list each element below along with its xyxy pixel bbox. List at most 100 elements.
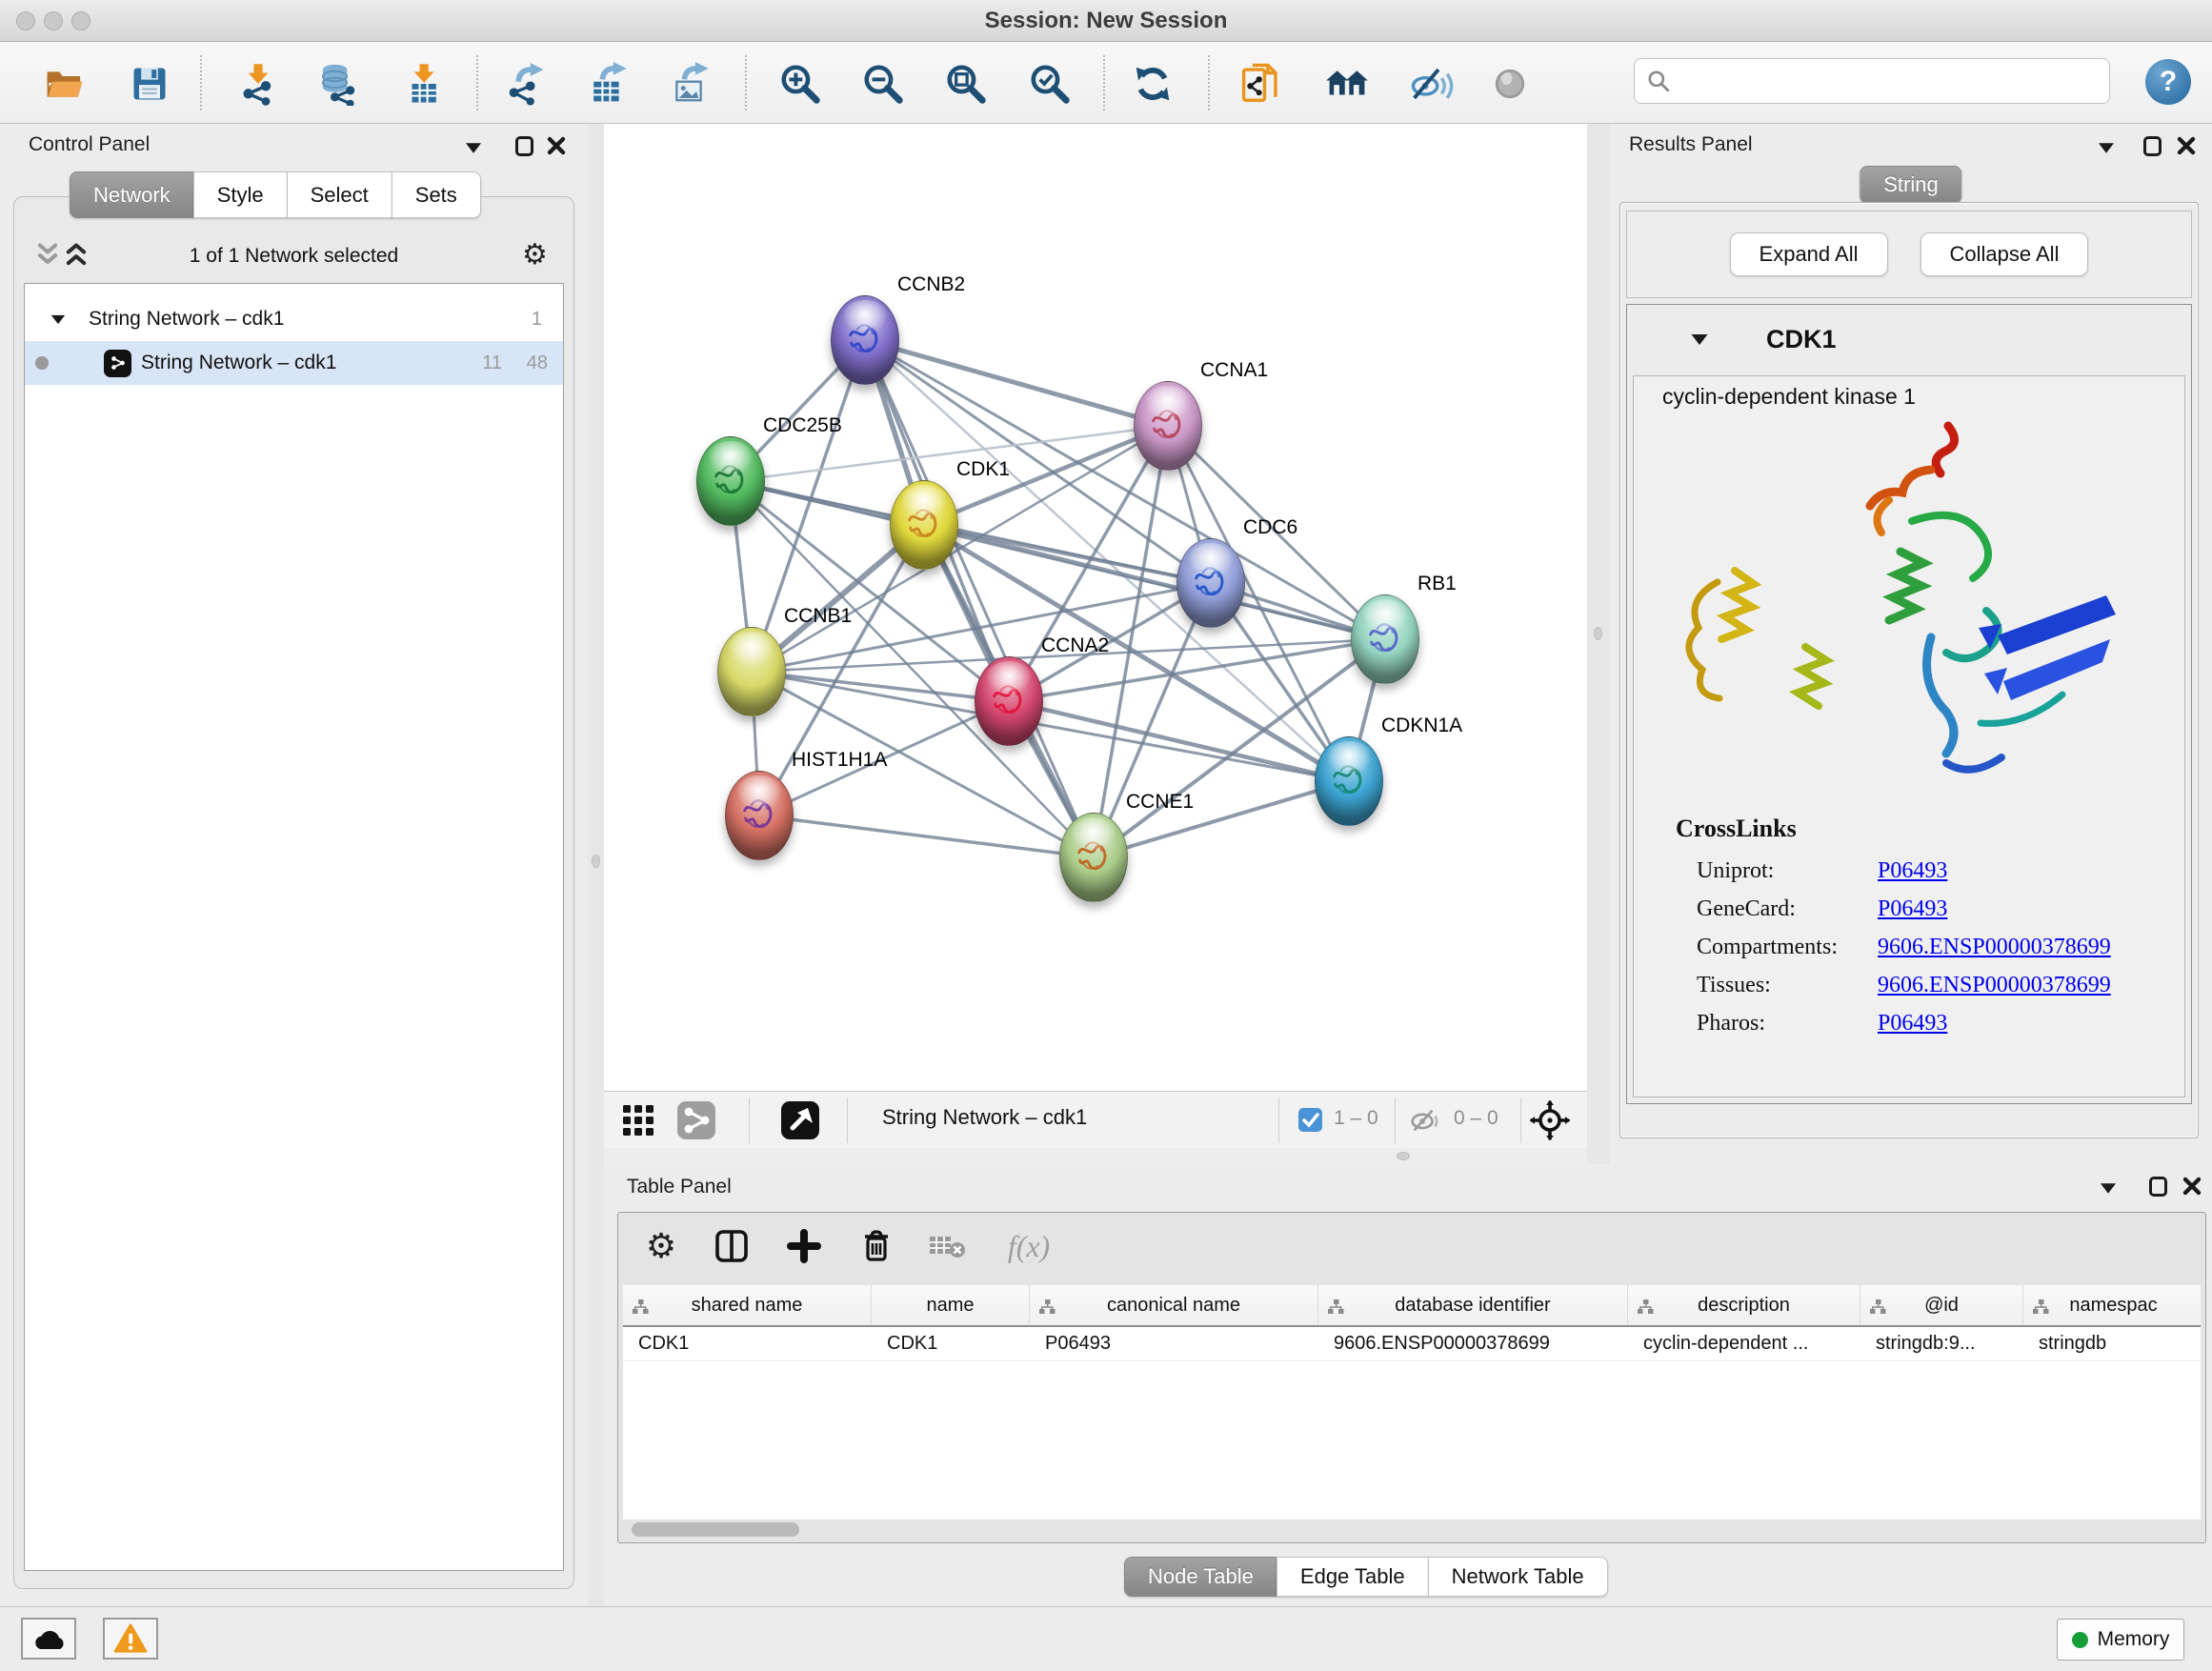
memory-button[interactable]: Memory — [2057, 1619, 2184, 1661]
tab-node-table[interactable]: Node Table — [1124, 1557, 1277, 1597]
warning-status-button[interactable] — [103, 1618, 158, 1660]
right-splitter[interactable] — [1587, 124, 1610, 1164]
column-header-name[interactable]: name — [872, 1285, 1030, 1325]
crosslink-link[interactable]: P06493 — [1878, 858, 2111, 884]
edge-CCNA2-CDKN1A[interactable] — [1009, 701, 1349, 781]
column-header-description[interactable]: description — [1628, 1285, 1860, 1325]
float-panel-icon[interactable] — [2140, 133, 2164, 158]
show-all-button[interactable] — [1487, 61, 1533, 107]
panel-menu-caret-icon[interactable] — [2096, 1176, 2121, 1200]
zoom-fit-button[interactable] — [943, 61, 989, 107]
zoom-selected-button[interactable] — [1027, 61, 1073, 107]
node-CCNB2[interactable] — [831, 295, 899, 385]
expand-all-button[interactable]: Expand All — [1730, 232, 1888, 276]
edge-HIST1H1A-CCNE1[interactable] — [759, 815, 1094, 857]
create-column-plus-icon[interactable] — [782, 1224, 826, 1268]
zoom-in-button[interactable] — [777, 61, 823, 107]
hide-selected-button[interactable] — [1409, 61, 1455, 107]
panel-menu-caret-icon[interactable] — [461, 135, 486, 160]
node-gloss-highlight — [986, 661, 1032, 696]
float-panel-icon[interactable] — [512, 133, 536, 158]
import-network-database-button[interactable] — [315, 61, 361, 107]
node-CCNB1[interactable] — [717, 627, 786, 716]
column-header-database-identifier[interactable]: database identifier — [1318, 1285, 1628, 1325]
hidden-eye-icon[interactable] — [1404, 1100, 1444, 1140]
column-header-@id[interactable]: @id — [1860, 1285, 2023, 1325]
node-HIST1H1A[interactable] — [725, 771, 794, 860]
refresh-button[interactable] — [1130, 61, 1176, 107]
save-session-button[interactable] — [127, 61, 172, 107]
grid-view-icon[interactable] — [618, 1100, 658, 1140]
fit-selected-crosshair-icon[interactable] — [1530, 1100, 1570, 1140]
node-CDK1[interactable] — [890, 480, 958, 570]
network-options-gear-icon[interactable]: ⚙ — [522, 241, 548, 270]
left-splitter[interactable] — [588, 124, 604, 1606]
edge-CCNB1-CCNA2[interactable] — [752, 672, 1009, 701]
close-panel-icon[interactable] — [2174, 133, 2199, 158]
network-row-selected[interactable]: String Network – cdk1 11 48 — [25, 341, 563, 385]
splitter-handle[interactable] — [592, 855, 600, 868]
crosslink-link[interactable]: P06493 — [1878, 1011, 2111, 1037]
help-button[interactable]: ? — [2145, 59, 2191, 105]
function-builder-fx[interactable]: f(x) — [995, 1224, 1062, 1268]
tab-edge-table[interactable]: Edge Table — [1277, 1557, 1429, 1597]
horizontal-scrollbar-thumb[interactable] — [632, 1522, 799, 1537]
clone-network-button[interactable] — [1238, 61, 1284, 107]
delete-table-icon[interactable] — [925, 1224, 969, 1268]
birdseye-view-icon[interactable] — [780, 1100, 820, 1140]
selected-checkbox-icon[interactable] — [1297, 1107, 1323, 1133]
node-CCNA1[interactable] — [1134, 381, 1202, 471]
toolbar-separator — [1208, 55, 1210, 111]
tab-string[interactable]: String — [1860, 166, 1961, 204]
table-options-gear-icon[interactable]: ⚙ — [639, 1224, 683, 1268]
cloud-status-button[interactable] — [21, 1618, 76, 1660]
crosslink-link[interactable]: 9606.ENSP00000378699 — [1878, 973, 2111, 998]
show-columns-icon[interactable] — [710, 1224, 754, 1268]
node-CDKN1A[interactable] — [1315, 736, 1383, 826]
export-image-button[interactable] — [666, 61, 712, 107]
zoom-out-button[interactable] — [860, 61, 906, 107]
close-panel-icon[interactable] — [2180, 1174, 2204, 1198]
collection-expand-caret-icon[interactable] — [51, 314, 65, 323]
export-table-button[interactable] — [584, 61, 630, 107]
import-network-file-button[interactable] — [235, 61, 281, 107]
table-row[interactable]: CDK1CDK1P064939606.ENSP00000378699cyclin… — [623, 1327, 2201, 1361]
close-panel-icon[interactable] — [544, 133, 569, 158]
edge-CCNB2-CCNE1[interactable] — [865, 340, 1094, 857]
tab-style[interactable]: Style — [193, 171, 288, 218]
node-CDC6[interactable] — [1176, 538, 1245, 628]
bottom-splitter[interactable] — [604, 1148, 1587, 1164]
delete-column-trash-icon[interactable] — [855, 1224, 898, 1268]
search-input[interactable] — [1671, 62, 2109, 100]
splitter-handle[interactable] — [1397, 1152, 1410, 1160]
tab-network[interactable]: Network — [70, 171, 194, 218]
node-CDC25B[interactable] — [696, 436, 765, 526]
collapse-all-button[interactable]: Collapse All — [1920, 232, 2089, 276]
crosslink-link[interactable]: P06493 — [1878, 896, 2111, 922]
column-header-shared-name[interactable]: shared name — [623, 1285, 872, 1325]
node-CCNE1[interactable] — [1059, 813, 1128, 902]
column-tree-icon — [2033, 1299, 2049, 1315]
network-canvas[interactable]: CCNB2 CCNA1 CDC25B CDK1 CDC6 RB1CCNB1 CC… — [604, 124, 1587, 1091]
float-panel-icon[interactable] — [2145, 1174, 2170, 1198]
node-RB1[interactable] — [1351, 594, 1419, 684]
gene-entry-header[interactable]: CDK1 — [1627, 305, 2191, 373]
table-cell: stringdb:9... — [1860, 1327, 2023, 1360]
first-neighbors-button[interactable] — [1324, 61, 1370, 107]
tab-sets[interactable]: Sets — [392, 171, 481, 218]
network-collection-row[interactable]: String Network – cdk1 1 — [25, 297, 563, 341]
crosslink-link[interactable]: 9606.ENSP00000378699 — [1878, 935, 2111, 960]
column-header-namespac[interactable]: namespac — [2023, 1285, 2201, 1325]
panel-menu-caret-icon[interactable] — [2094, 135, 2119, 160]
open-session-button[interactable] — [42, 61, 88, 107]
splitter-handle[interactable] — [1594, 627, 1602, 640]
tab-network-table[interactable]: Network Table — [1428, 1557, 1608, 1597]
column-header-canonical-name[interactable]: canonical name — [1030, 1285, 1318, 1325]
export-network-button[interactable] — [502, 61, 548, 107]
entry-collapse-caret-icon[interactable] — [1692, 333, 1708, 344]
import-table-file-button[interactable] — [400, 61, 446, 107]
share-view-icon[interactable] — [676, 1100, 716, 1140]
tab-select[interactable]: Select — [287, 171, 392, 218]
node-CCNA2[interactable] — [975, 656, 1043, 746]
column-tree-icon — [633, 1299, 649, 1315]
